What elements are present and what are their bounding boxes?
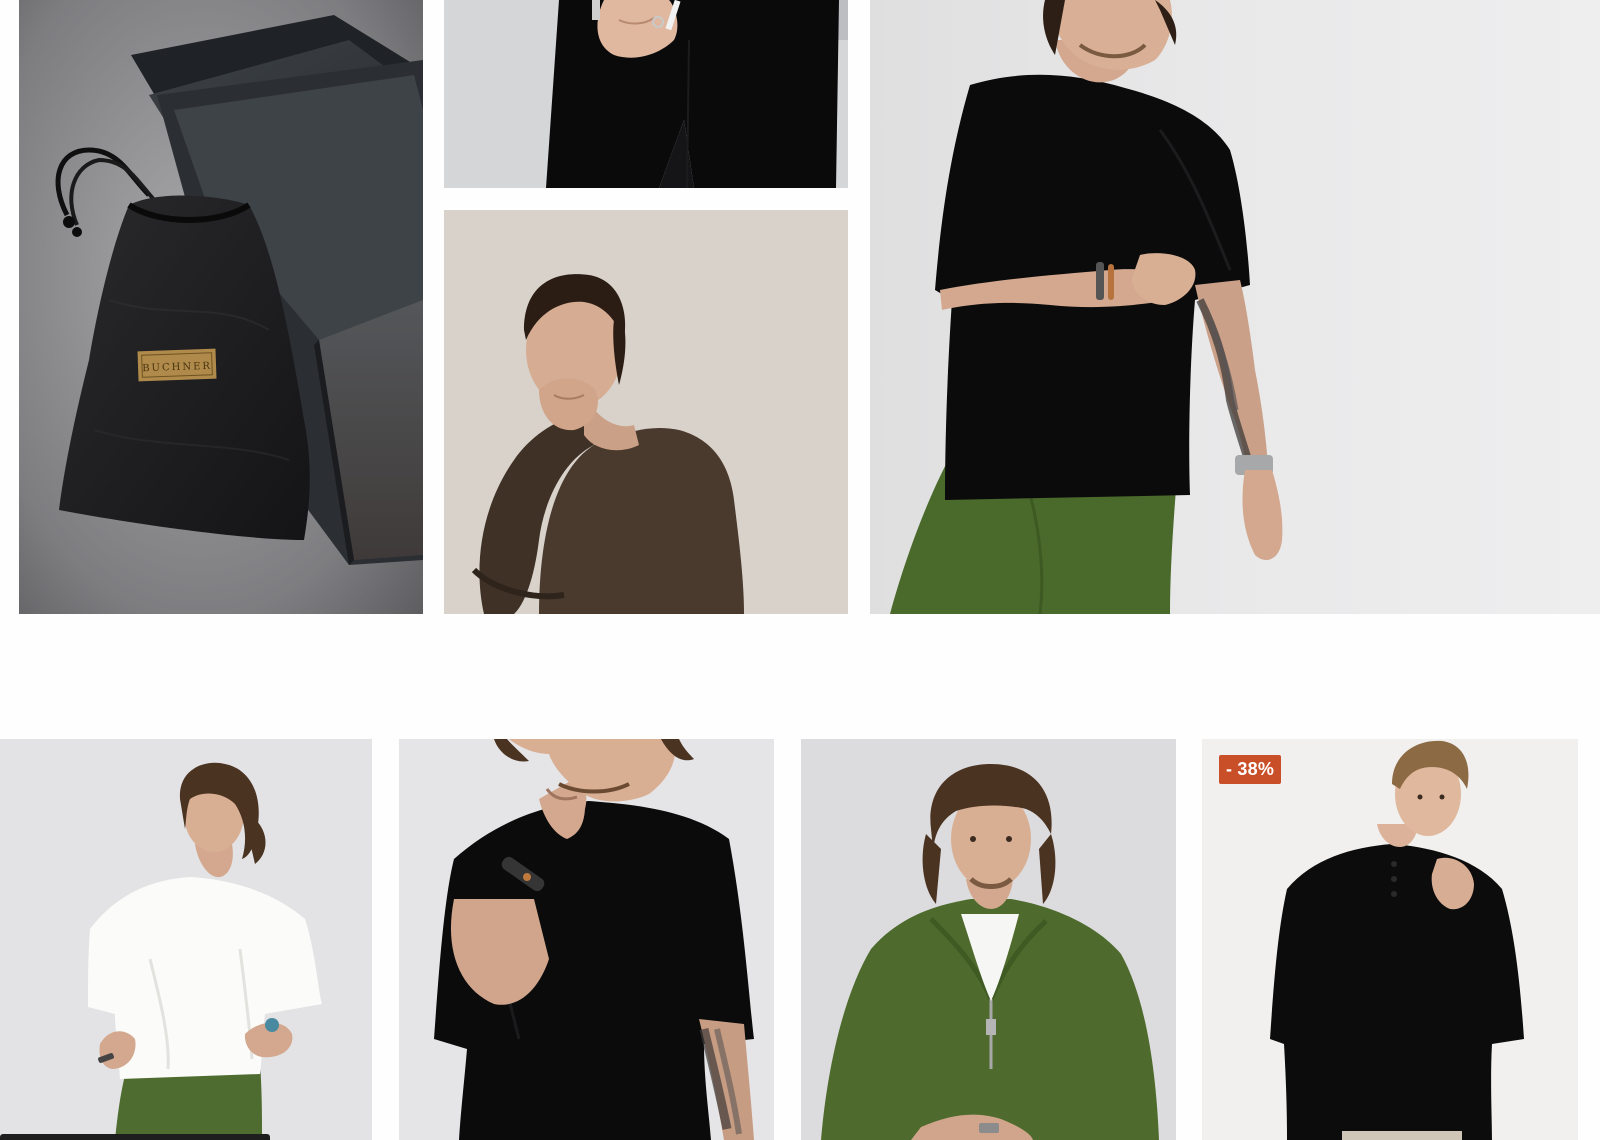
black-tee-hero-image (870, 0, 1600, 614)
black-pants-photo[interactable] (444, 0, 848, 188)
black-tee-card[interactable] (399, 739, 774, 1140)
page: BUCHNER - 38% (0, 0, 1600, 1140)
discount-badge: - 38% (1219, 755, 1282, 784)
black-henley-card[interactable]: - 38% (1202, 739, 1578, 1140)
black-tee-hero-photo[interactable] (870, 0, 1600, 614)
brown-sweater-photo[interactable] (444, 210, 848, 614)
brown-sweater-image (444, 210, 848, 614)
black-tee-image (399, 739, 774, 1140)
white-tee-card[interactable] (0, 739, 372, 1140)
black-henley-image (1202, 739, 1578, 1140)
card-action-bar[interactable] (0, 1134, 270, 1140)
packaging-image: BUCHNER (19, 0, 423, 614)
packaging-photo[interactable]: BUCHNER (19, 0, 423, 614)
black-pants-image (444, 0, 848, 188)
white-tee-image (0, 739, 372, 1140)
green-zip-sweatshirt-image (801, 739, 1176, 1140)
green-zip-sweatshirt-card[interactable] (801, 739, 1176, 1140)
